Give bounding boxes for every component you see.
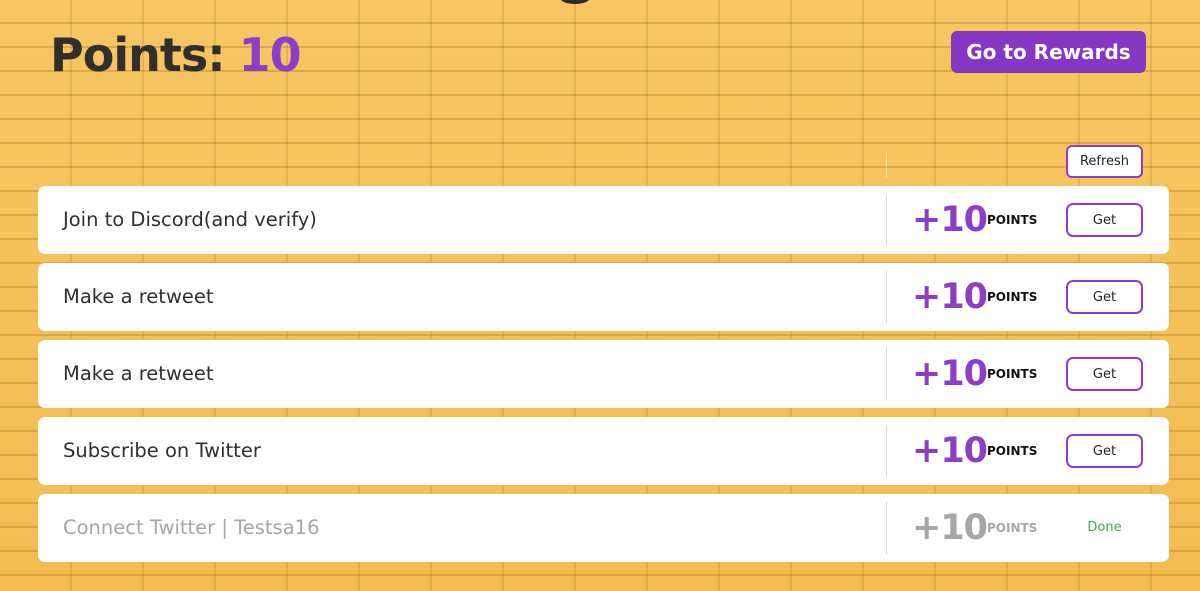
task-divider	[886, 425, 887, 477]
points-value: 10	[238, 28, 302, 82]
task-points-unit: POINTS	[987, 290, 1038, 304]
task-points-amount: +10	[912, 354, 988, 394]
get-button[interactable]: Get	[1066, 434, 1143, 468]
go-to-rewards-button[interactable]: Go to Rewards	[951, 31, 1146, 73]
task-row-connect-twitter: Connect Twitter | Testsa16 +10 POINTS Do…	[38, 494, 1169, 562]
task-divider	[886, 502, 887, 554]
task-points-unit: POINTS	[987, 444, 1038, 458]
task-title: Join to Discord(and verify)	[63, 208, 317, 231]
task-title: Make a retweet	[63, 285, 214, 308]
task-points-unit: POINTS	[987, 213, 1038, 227]
task-points-amount: +10	[912, 277, 988, 317]
task-points-amount: +10	[912, 200, 988, 240]
task-title: Connect Twitter | Testsa16	[63, 516, 320, 539]
get-button[interactable]: Get	[1066, 280, 1143, 314]
task-points-unit: POINTS	[987, 367, 1038, 381]
refresh-button[interactable]: Refresh	[1066, 145, 1143, 178]
task-divider	[886, 348, 887, 400]
get-button[interactable]: Get	[1066, 357, 1143, 391]
column-divider	[886, 152, 887, 178]
task-title: Make a retweet	[63, 362, 214, 385]
task-divider	[886, 271, 887, 323]
points-heading: Points: 10	[50, 24, 302, 86]
task-points-amount: +10	[912, 431, 988, 471]
task-row-subscribe-twitter: Subscribe on Twitter +10 POINTS Get	[38, 417, 1169, 485]
top-decoration	[560, 0, 590, 4]
task-title: Subscribe on Twitter	[63, 439, 261, 462]
task-row-retweet: Make a retweet +10 POINTS Get	[38, 263, 1169, 331]
task-row-join-discord: Join to Discord(and verify) +10 POINTS G…	[38, 186, 1169, 254]
get-button[interactable]: Get	[1066, 203, 1143, 237]
points-label: Points:	[50, 28, 226, 82]
task-divider	[886, 194, 887, 246]
task-list: Join to Discord(and verify) +10 POINTS G…	[38, 186, 1169, 571]
done-status: Done	[1087, 520, 1122, 535]
task-points-unit: POINTS	[987, 521, 1038, 535]
task-points-amount: +10	[912, 508, 988, 548]
task-row-retweet: Make a retweet +10 POINTS Get	[38, 340, 1169, 408]
